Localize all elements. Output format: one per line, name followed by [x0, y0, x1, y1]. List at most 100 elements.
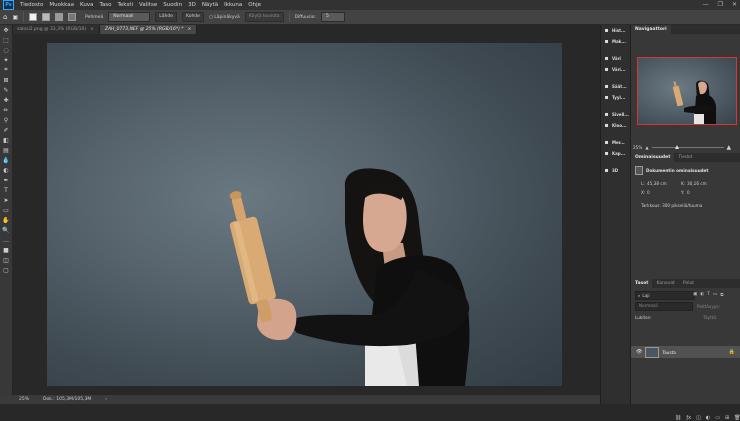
menu-window[interactable]: Ikkuna — [224, 2, 242, 8]
lasso-icon[interactable]: ◌ — [0, 45, 12, 55]
link-layers-icon[interactable]: ⛓ — [675, 415, 681, 421]
menu-help[interactable]: Ohje — [248, 2, 261, 8]
tab-zah0773[interactable]: ZAH_0773,NEF @ 25% (RGB/16*) * × — [99, 25, 198, 34]
type-filter-icon[interactable]: T — [707, 292, 710, 298]
navigator-zoom[interactable]: 25% — [633, 145, 642, 150]
add-selection-icon[interactable] — [42, 13, 51, 21]
menu-3d[interactable]: 3D — [188, 2, 196, 8]
height-value[interactable]: 30,16 cm — [687, 181, 721, 186]
source-button[interactable]: Lähde — [155, 12, 177, 22]
magic-wand-icon[interactable]: ✦ — [0, 55, 12, 65]
panel-adjust[interactable]: ▪ Säät... — [601, 81, 630, 92]
close-icon[interactable]: ✕ — [732, 1, 737, 8]
document-image[interactable] — [47, 43, 562, 386]
panel-brushes[interactable]: ▪ Sivell... — [601, 109, 630, 120]
stamp-icon[interactable]: ⚲ — [0, 115, 12, 125]
shape-filter-icon[interactable]: ▭ — [713, 292, 717, 298]
intersect-selection-icon[interactable] — [68, 13, 77, 21]
tab-navigator[interactable]: Navigaattori — [631, 25, 671, 34]
fx-icon[interactable]: ƒx — [686, 415, 691, 421]
crop-icon[interactable]: ⌗ — [0, 65, 12, 75]
screen-mode-icon[interactable]: ▢ — [0, 265, 12, 275]
eraser-icon[interactable]: ◧ — [0, 135, 12, 145]
panel-actions[interactable]: ▪ Mak... — [601, 36, 630, 47]
visibility-eye-icon[interactable]: 👁 — [636, 349, 642, 355]
menu-layer[interactable]: Taso — [99, 2, 111, 8]
zoom-icon[interactable]: 🔍 — [0, 225, 12, 235]
navigator-preview[interactable] — [637, 57, 737, 125]
close-icon[interactable]: × — [90, 27, 94, 32]
pixel-filter-icon[interactable]: ▣ — [693, 292, 697, 298]
zoom-level[interactable]: 25% — [19, 395, 29, 404]
zoom-in-icon[interactable]: ▲ — [727, 144, 732, 151]
menu-view[interactable]: Näytä — [202, 2, 218, 8]
home-icon[interactable]: ⌂ — [3, 13, 7, 21]
panel-history[interactable]: ▪ Hist... — [601, 25, 630, 36]
mask-icon[interactable]: ◫ — [0, 255, 12, 265]
tab-paths[interactable]: Polut — [679, 279, 698, 288]
menu-filter[interactable]: Suodin — [163, 2, 182, 8]
status-arrow-icon[interactable]: › — [105, 395, 107, 404]
dodge-icon[interactable]: ◐ — [0, 165, 12, 175]
more-icon[interactable]: … — [0, 235, 12, 245]
smart-filter-icon[interactable]: ⧉ — [720, 292, 723, 298]
layer-name[interactable]: Tausta — [662, 350, 675, 355]
group-icon[interactable]: ▭ — [715, 415, 720, 421]
marquee-icon[interactable]: ⬚ — [0, 35, 12, 45]
layer-kind-select[interactable]: Laji — [642, 293, 649, 298]
hand-icon[interactable]: ✋ — [0, 215, 12, 225]
frame-icon[interactable]: ⊠ — [0, 75, 12, 85]
zoom-out-icon[interactable]: ▲ — [645, 145, 648, 150]
panel-character[interactable]: ▪ Mer... — [601, 137, 630, 148]
new-layer-icon[interactable]: ⊞ — [725, 415, 729, 421]
pen-icon[interactable]: ✒ — [0, 175, 12, 185]
blend-mode-select[interactable]: Normaali — [635, 302, 693, 311]
panel-color[interactable]: ▪ Väri — [601, 53, 630, 64]
shape-icon[interactable]: ▭ — [0, 205, 12, 215]
menu-select[interactable]: Valitse — [139, 2, 157, 8]
panel-paragraph[interactable]: ▪ Kap... — [601, 148, 630, 159]
tab-properties[interactable]: Ominaisuudet — [631, 153, 675, 162]
adjustment-layer-icon[interactable]: ◐ — [706, 415, 710, 421]
minimize-icon[interactable]: — — [703, 1, 709, 8]
panel-styles[interactable]: ▪ Tyyl... — [601, 92, 630, 103]
subtract-selection-icon[interactable] — [55, 13, 64, 21]
gradient-icon[interactable]: ▤ — [0, 145, 12, 155]
trash-icon[interactable]: 🗑 — [734, 415, 740, 421]
tab-channels[interactable]: Kanavat — [652, 279, 678, 288]
brush-icon[interactable]: ✏ — [0, 105, 12, 115]
menu-file[interactable]: Tiedosto — [20, 2, 43, 8]
menu-edit[interactable]: Muokkaa — [49, 2, 74, 8]
adjust-filter-icon[interactable]: ◐ — [700, 292, 704, 298]
tab-info[interactable]: Tiedot — [674, 153, 696, 162]
blur-icon[interactable]: 💧 — [0, 155, 12, 165]
new-selection-icon[interactable] — [29, 13, 38, 21]
restore-icon[interactable]: ❐ — [718, 1, 723, 8]
layer-filter[interactable]: ⌕ Laji — [635, 291, 695, 300]
add-mask-icon[interactable]: ◫ — [696, 415, 701, 421]
color-swatch[interactable]: ■ — [0, 245, 12, 255]
transparent-checkbox[interactable]: ○ Läpinäkyvä — [209, 15, 240, 20]
eyedropper-icon[interactable]: ✎ — [0, 85, 12, 95]
close-icon[interactable]: × — [188, 27, 192, 32]
move-icon[interactable]: ✥ — [0, 25, 12, 35]
type-icon[interactable]: T — [0, 185, 12, 195]
destination-button[interactable]: Kohde — [181, 12, 204, 22]
tool-preset-icon[interactable]: ▣ — [12, 14, 18, 21]
mode-select[interactable]: Normaali — [108, 12, 151, 22]
menu-image[interactable]: Kuva — [80, 2, 93, 8]
panel-3d[interactable]: ▪ 3D — [601, 165, 630, 176]
use-pattern-button[interactable]: Käytä kuviota — [244, 12, 284, 22]
history-brush-icon[interactable]: ✐ — [0, 125, 12, 135]
x-value[interactable]: 0 — [647, 190, 681, 195]
panel-swatches[interactable]: ▪ Väri... — [601, 64, 630, 75]
panel-clone-source[interactable]: ▪ Kloo... — [601, 120, 630, 131]
y-value[interactable]: 0 — [687, 190, 721, 195]
path-select-icon[interactable]: ➤ — [0, 195, 12, 205]
menu-type[interactable]: Teksti — [118, 2, 134, 8]
zoom-slider-thumb[interactable] — [674, 144, 679, 149]
layer-row-background[interactable]: 👁 Tausta 🔒 — [631, 346, 740, 358]
healing-icon[interactable]: ✚ — [0, 95, 12, 105]
diffusion-input[interactable]: 5 — [320, 12, 345, 22]
width-value[interactable]: 45,38 cm — [647, 181, 681, 186]
